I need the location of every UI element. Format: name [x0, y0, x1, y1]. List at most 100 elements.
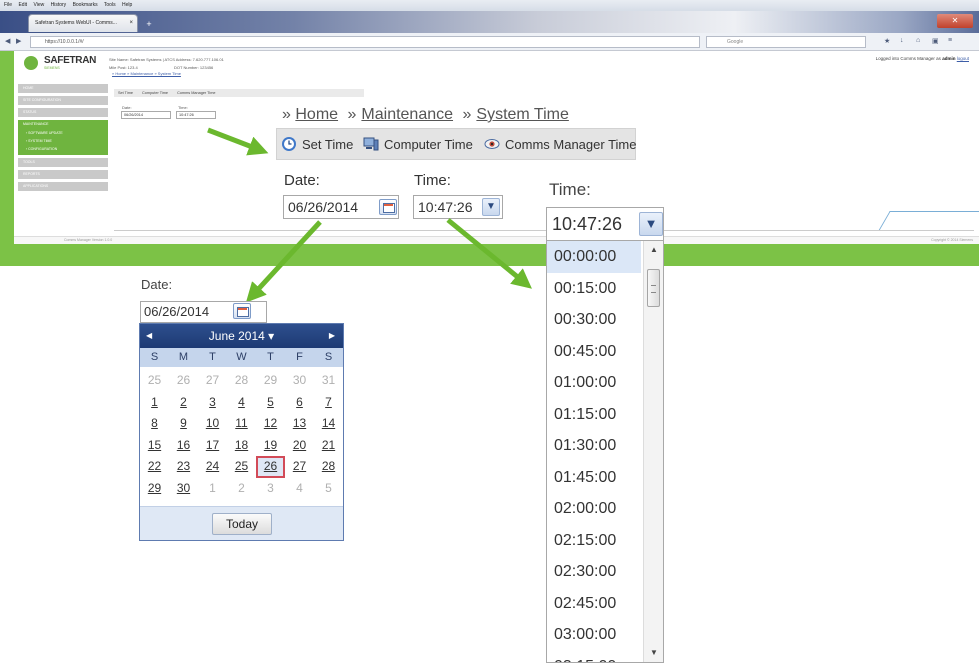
scroll-down-icon[interactable]: ▼ [644, 648, 663, 657]
calendar-day[interactable]: 28 [227, 370, 256, 392]
mini-date-input[interactable]: 06/26/2014 [121, 111, 171, 119]
address-bar[interactable]: https://10.0.0.1/#/ [30, 36, 700, 48]
mini-time-input[interactable]: 10:47:26 [176, 111, 216, 119]
bookmark-star-icon[interactable]: ★ [884, 37, 890, 45]
breadcrumb-home[interactable]: Home [295, 106, 338, 123]
calendar-day[interactable]: 21 [314, 435, 343, 457]
menu-icon[interactable]: ≡ [948, 37, 952, 44]
calendar-day[interactable]: 2 [227, 478, 256, 500]
time-input[interactable]: 10:47:26 ▼ [413, 195, 503, 219]
calendar-day[interactable]: 25 [227, 456, 256, 478]
calendar-day[interactable]: 20 [285, 435, 314, 457]
calendar-day[interactable]: 30 [285, 370, 314, 392]
breadcrumb-maintenance[interactable]: Maintenance [361, 106, 453, 123]
set-time-button[interactable]: Set Time [281, 136, 353, 152]
calendar-day[interactable]: 11 [227, 413, 256, 435]
menu-history[interactable]: History [51, 2, 67, 8]
time-option[interactable]: 03:15:00 [547, 651, 641, 663]
chevron-down-icon[interactable]: ▼ [482, 198, 500, 216]
mini-computer-time-button[interactable]: Computer Time [142, 91, 168, 95]
sidebar-item-tools[interactable]: TOOLS [18, 158, 108, 167]
calendar-day[interactable]: 29 [140, 478, 169, 500]
sidebar-item-reports[interactable]: REPORTS [18, 170, 108, 179]
calendar-day[interactable]: 12 [256, 413, 285, 435]
comms-manager-time-button[interactable]: Comms Manager Time [484, 136, 636, 152]
calendar-day[interactable]: 29 [256, 370, 285, 392]
next-month-icon[interactable]: ▶ [329, 324, 335, 348]
calendar-day[interactable]: 1 [140, 392, 169, 414]
menu-view[interactable]: View [33, 2, 44, 8]
timelist-input[interactable]: 10:47:26 ▼ [546, 207, 664, 241]
sidebar-subitem-software-update[interactable]: › SOFTWARE UPDATE [18, 129, 108, 137]
scroll-up-icon[interactable]: ▲ [644, 245, 663, 254]
calendar-day[interactable]: 28 [314, 456, 343, 478]
mini-set-time-button[interactable]: Set Time [118, 91, 133, 95]
sidebar-item-applications[interactable]: APPLICATIONS [18, 182, 108, 191]
calendar-day[interactable]: 16 [169, 435, 198, 457]
time-option[interactable]: 02:45:00 [547, 588, 641, 620]
computer-time-button[interactable]: Computer Time [363, 136, 473, 152]
menu-file[interactable]: File [4, 2, 12, 8]
calendar-day[interactable]: 25 [140, 370, 169, 392]
calendar-day[interactable]: 24 [198, 456, 227, 478]
calendar-day[interactable]: 10 [198, 413, 227, 435]
menu-tools[interactable]: Tools [104, 2, 116, 8]
time-option[interactable]: 00:00:00 [547, 241, 641, 273]
sidebar-item-status[interactable]: STATUS [18, 108, 108, 117]
time-option[interactable]: 00:45:00 [547, 336, 641, 368]
mini-breadcrumb[interactable]: » Home » Maintenance » System Time [112, 71, 181, 76]
calendar-day-selected[interactable]: 26 [256, 456, 285, 478]
calendar-icon[interactable] [379, 199, 397, 215]
calendar-day[interactable]: 27 [285, 456, 314, 478]
today-button[interactable]: Today [212, 513, 272, 535]
scrollbar-thumb[interactable] [647, 269, 660, 307]
calendar-day[interactable]: 14 [314, 413, 343, 435]
calendar-day[interactable]: 22 [140, 456, 169, 478]
chevron-down-icon[interactable]: ▼ [639, 212, 663, 236]
time-option[interactable]: 01:45:00 [547, 462, 641, 494]
menu-bookmarks[interactable]: Bookmarks [73, 2, 98, 8]
calendar-day[interactable]: 8 [140, 413, 169, 435]
sidebar-subitem-configuration[interactable]: › CONFIGURATION [18, 145, 108, 153]
date-input[interactable]: 06/26/2014 [283, 195, 399, 219]
new-tab-button[interactable]: + [142, 18, 156, 30]
calendar-day[interactable]: 31 [314, 370, 343, 392]
time-option[interactable]: 00:15:00 [547, 273, 641, 305]
downloads-icon[interactable]: ↓ [900, 37, 904, 44]
calendar-day[interactable]: 3 [256, 478, 285, 500]
calendar-day[interactable]: 3 [198, 392, 227, 414]
calendar-day[interactable]: 6 [285, 392, 314, 414]
calendar-day[interactable]: 18 [227, 435, 256, 457]
forward-icon[interactable]: ▶ [16, 37, 21, 45]
mini-comms-manager-time-button[interactable]: Comms Manager Time [177, 91, 215, 95]
sidebar-item-maintenance[interactable]: MAINTENANCE [18, 120, 108, 129]
sidebar-item-home[interactable]: HOME [18, 84, 108, 93]
time-option[interactable]: 01:00:00 [547, 367, 641, 399]
logout-link[interactable]: logout [957, 56, 969, 61]
time-option[interactable]: 01:15:00 [547, 399, 641, 431]
calendar-day[interactable]: 5 [256, 392, 285, 414]
menu-edit[interactable]: Edit [18, 2, 27, 8]
calendar-day[interactable]: 27 [198, 370, 227, 392]
month-selector[interactable]: June 2014 ▾ [140, 324, 343, 348]
calendar-day[interactable]: 1 [198, 478, 227, 500]
tab-close-icon[interactable]: × [129, 15, 133, 32]
time-option[interactable]: 02:15:00 [547, 525, 641, 557]
calendar-day[interactable]: 9 [169, 413, 198, 435]
time-option[interactable]: 03:00:00 [547, 619, 641, 651]
time-option[interactable]: 02:30:00 [547, 556, 641, 588]
list-scrollbar[interactable]: ▲ ▼ [643, 241, 663, 662]
calendar-day[interactable]: 5 [314, 478, 343, 500]
time-option[interactable]: 00:30:00 [547, 304, 641, 336]
addons-icon[interactable]: ▣ [932, 37, 939, 45]
browser-tab[interactable]: Safetran Systems WebUI - Comms... × [28, 14, 138, 32]
calendar-day[interactable]: 4 [285, 478, 314, 500]
time-option[interactable]: 02:00:00 [547, 493, 641, 525]
breadcrumb-system-time[interactable]: System Time [476, 106, 568, 123]
window-close-button[interactable]: ✕ [937, 14, 973, 28]
home-icon[interactable]: ⌂ [916, 37, 920, 44]
menu-help[interactable]: Help [122, 2, 132, 8]
browser-search-input[interactable]: Google [706, 36, 866, 48]
calendar-day[interactable]: 13 [285, 413, 314, 435]
datepicker-input[interactable]: 06/26/2014 [140, 301, 267, 323]
